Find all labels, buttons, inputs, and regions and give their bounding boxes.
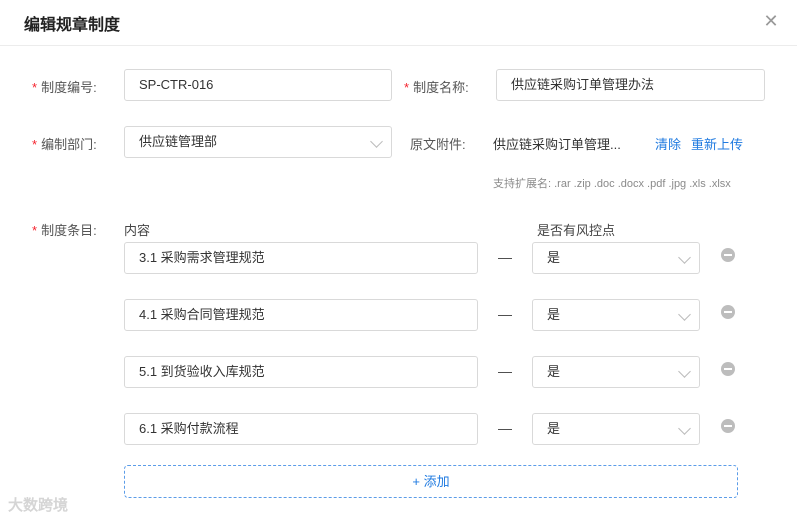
separator: —	[498, 420, 512, 436]
risk-column-header: 是否有风控点	[537, 223, 616, 238]
dialog-title: 编辑规章制度	[24, 17, 121, 34]
item-content-input[interactable]: 3.1 采购需求管理规范	[124, 242, 478, 274]
add-item-button[interactable]: + 添加	[124, 465, 738, 498]
remove-row-icon[interactable]	[721, 362, 735, 376]
code-input[interactable]: SP-CTR-016	[124, 69, 392, 101]
risk-select-value: 是	[547, 421, 561, 436]
code-label: * 制度编号:	[32, 80, 97, 95]
required-mark: *	[32, 80, 38, 95]
item-content-input[interactable]: 6.1 采购付款流程	[124, 413, 478, 445]
close-icon[interactable]: ✕	[763, 11, 779, 31]
risk-select-value: 是	[547, 250, 561, 265]
required-mark: *	[32, 137, 38, 152]
file-extension-hint: 支持扩展名: .rar .zip .doc .docx .pdf .jpg .x…	[493, 178, 731, 190]
reupload-link[interactable]: 重新上传	[691, 134, 743, 153]
chevron-down-icon	[678, 422, 691, 435]
risk-select-value: 是	[547, 364, 561, 379]
attachment-file-name: 供应链采购订单管理...	[493, 137, 621, 152]
clear-link[interactable]: 清除	[655, 134, 681, 153]
dialog-header: 编辑规章制度 ✕	[0, 0, 797, 46]
dept-select[interactable]: 供应链管理部	[124, 126, 392, 158]
separator: —	[498, 306, 512, 322]
dept-select-value: 供应链管理部	[139, 134, 218, 149]
chevron-down-icon	[678, 308, 691, 321]
item-content-input[interactable]: 4.1 采购合同管理规范	[124, 299, 478, 331]
separator: —	[498, 363, 512, 379]
attachment-label: 原文附件:	[410, 137, 466, 152]
remove-row-icon[interactable]	[721, 248, 735, 262]
risk-select[interactable]: 是	[532, 356, 700, 388]
required-mark: *	[32, 223, 38, 238]
chevron-down-icon	[370, 135, 383, 148]
watermark: 大数跨境	[8, 497, 69, 514]
risk-select[interactable]: 是	[532, 242, 700, 274]
content-column-header: 内容	[124, 223, 151, 238]
chevron-down-icon	[678, 365, 691, 378]
required-mark: *	[404, 80, 410, 95]
chevron-down-icon	[678, 251, 691, 264]
risk-select[interactable]: 是	[532, 413, 700, 445]
risk-select-value: 是	[547, 307, 561, 322]
name-label: * 制度名称:	[404, 80, 469, 95]
risk-select[interactable]: 是	[532, 299, 700, 331]
dept-label: * 编制部门:	[32, 137, 97, 152]
item-content-input[interactable]: 5.1 到货验收入库规范	[124, 356, 478, 388]
name-input[interactable]: 供应链采购订单管理办法	[496, 69, 765, 101]
separator: —	[498, 249, 512, 265]
remove-row-icon[interactable]	[721, 305, 735, 319]
edit-regulation-dialog: 编辑规章制度 ✕ * 制度编号: SP-CTR-016 * 制度名称: 供应链采购订…	[0, 0, 797, 520]
remove-row-icon[interactable]	[721, 419, 735, 433]
items-label: * 制度条目:	[32, 223, 97, 238]
